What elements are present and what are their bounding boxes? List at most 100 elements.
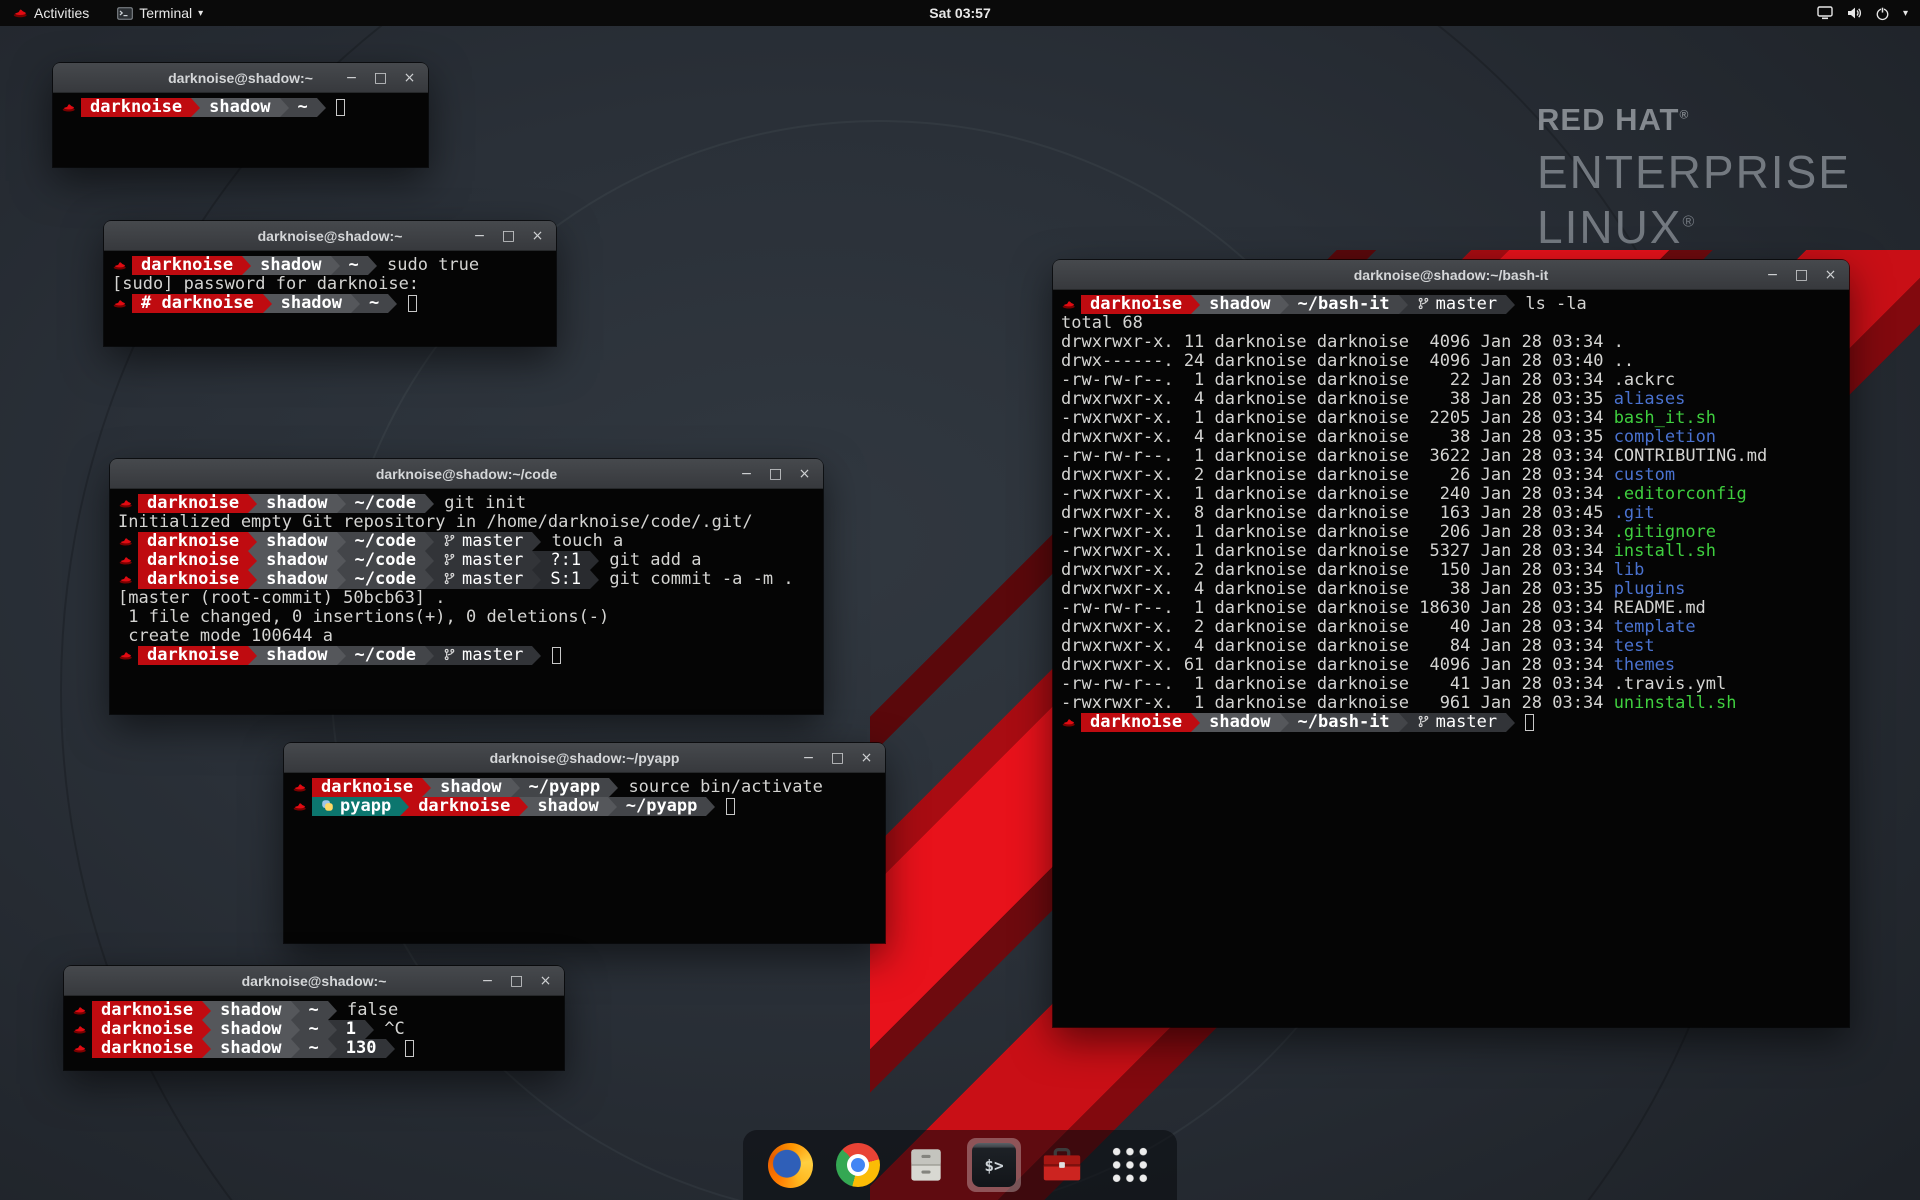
terminal-text: git add a: [599, 550, 701, 570]
prompt-segment: darknoise: [138, 551, 248, 570]
powerline-separator: [337, 494, 346, 513]
prompt-segment: darknoise: [92, 1039, 202, 1058]
terminal-text: 1 file changed, 0 insertions(+), 0 delet…: [118, 607, 609, 627]
terminal-text: drwxrwxr-x. 4 darknoise darknoise 84 Jan…: [1061, 636, 1614, 656]
rhel-branding: RED HAT® ENTERPRISE LINUX®: [1537, 102, 1851, 254]
prompt-segment: ~: [300, 1001, 328, 1020]
branch-icon: [443, 572, 456, 585]
terminal-line: -rwxrwxr-x. 1 darknoise darknoise 5327 J…: [1061, 542, 1841, 561]
window-title: darknoise@shadow:~: [258, 228, 403, 244]
terminal-line: darknoiseshadow~/codemaster touch a: [118, 532, 815, 551]
redhat-icon: [118, 553, 133, 568]
terminal-text: drwxrwxr-x. 11 darknoise darknoise 4096 …: [1061, 332, 1624, 352]
terminal-line: darknoiseshadow~/code git init: [118, 494, 815, 513]
terminal-content[interactable]: darknoiseshadow~ falsedarknoiseshadow~1 …: [64, 996, 564, 1070]
titlebar[interactable]: darknoise@shadow:~/bash-it − □ ×: [1053, 260, 1849, 290]
branch-icon: [443, 534, 456, 547]
redhat-icon: [61, 100, 76, 115]
powerline-separator: [425, 551, 434, 570]
titlebar[interactable]: darknoise@shadow:~ − □ ×: [104, 221, 556, 251]
terminal-text: Initialized empty Git repository in /hom…: [118, 512, 753, 532]
minimize-button[interactable]: −: [733, 462, 760, 486]
terminal-line: darknoiseshadow~/codemasterS:1 git commi…: [118, 570, 815, 589]
terminal-text: drwxrwxr-x. 2 darknoise darknoise 40 Jan…: [1061, 617, 1614, 637]
redhat-icon: [1061, 297, 1076, 312]
maximize-button[interactable]: □: [503, 969, 530, 993]
maximize-button[interactable]: □: [762, 462, 789, 486]
titlebar[interactable]: darknoise@shadow:~/pyapp − □ ×: [284, 743, 885, 773]
terminal-content[interactable]: darknoiseshadow~/pyapp source bin/activa…: [284, 773, 885, 943]
system-status-area[interactable]: ▾: [1817, 6, 1920, 21]
terminal-text: uninstall.sh: [1614, 693, 1737, 713]
minimize-button[interactable]: −: [795, 746, 822, 770]
terminal-text: -rwxrwxr-x. 1 darknoise darknoise 240 Ja…: [1061, 484, 1614, 504]
minimize-button[interactable]: −: [466, 224, 493, 248]
terminal-line: 1 file changed, 0 insertions(+), 0 delet…: [118, 608, 815, 627]
maximize-button[interactable]: □: [495, 224, 522, 248]
powerline-separator: [511, 778, 520, 797]
terminal-text: .editorconfig: [1614, 484, 1747, 504]
dock-item-toolbox[interactable]: [1035, 1138, 1089, 1192]
prompt-segment: ~/code: [346, 551, 425, 570]
branch-icon: [1417, 715, 1430, 728]
maximize-button[interactable]: □: [367, 66, 394, 90]
dock-item-files[interactable]: [899, 1138, 953, 1192]
powerline-separator: [1191, 713, 1200, 732]
terminal-line: drwxrwxr-x. 4 darknoise darknoise 84 Jan…: [1061, 637, 1841, 656]
terminal-content[interactable]: darknoiseshadow~/bash-itmaster ls -latot…: [1053, 290, 1849, 1027]
dock-item-firefox[interactable]: [763, 1138, 817, 1192]
terminal-line: drwxrwxr-x. 4 darknoise darknoise 38 Jan…: [1061, 428, 1841, 447]
clock[interactable]: Sat 03:57: [929, 5, 990, 21]
terminal-text: -rwxrwxr-x. 1 darknoise darknoise 961 Ja…: [1061, 693, 1614, 713]
redhat-icon: [118, 496, 133, 511]
prompt-segment: shadow: [211, 1001, 290, 1020]
prompt-segment: 130: [337, 1039, 386, 1058]
prompt-segment: ~: [289, 98, 317, 117]
minimize-button[interactable]: −: [338, 66, 365, 90]
prompt-segment: darknoise: [132, 256, 242, 275]
titlebar[interactable]: darknoise@shadow:~/code − □ ×: [110, 459, 823, 489]
terminal-content[interactable]: darknoiseshadow~ sudo true[sudo] passwor…: [104, 251, 556, 346]
redhat-icon: [72, 1041, 87, 1056]
prompt-segment: master: [1408, 295, 1506, 314]
powerline-separator: [422, 778, 431, 797]
redhat-icon: [72, 1022, 87, 1037]
close-button[interactable]: ×: [532, 969, 559, 993]
prompt-segment: darknoise: [138, 532, 248, 551]
terminal-cursor: [552, 647, 561, 664]
app-menu-terminal[interactable]: Terminal ▾: [113, 0, 207, 26]
powerline-separator: [532, 570, 541, 589]
terminal-content[interactable]: darknoiseshadow~/code git initInitialize…: [110, 489, 823, 714]
redhat-icon: [112, 296, 127, 311]
app-menu-label: Terminal: [139, 5, 192, 21]
close-button[interactable]: ×: [396, 66, 423, 90]
terminal-text: .git: [1614, 503, 1655, 523]
maximize-button[interactable]: □: [824, 746, 851, 770]
terminal-line: drwxrwxr-x. 2 darknoise darknoise 40 Jan…: [1061, 618, 1841, 637]
terminal-line: drwx------. 24 darknoise darknoise 4096 …: [1061, 352, 1841, 371]
dock-item-show-applications[interactable]: [1103, 1138, 1157, 1192]
maximize-button[interactable]: □: [1788, 263, 1815, 287]
terminal-line: Initialized empty Git repository in /hom…: [118, 513, 815, 532]
prompt-segment: shadow: [1200, 295, 1279, 314]
terminal-app-icon: $>: [972, 1143, 1016, 1187]
minimize-button[interactable]: −: [474, 969, 501, 993]
dock-item-chrome[interactable]: [831, 1138, 885, 1192]
terminal-line: # darknoiseshadow~: [112, 294, 548, 313]
activities-button[interactable]: Activities: [8, 0, 93, 26]
close-button[interactable]: ×: [791, 462, 818, 486]
titlebar[interactable]: darknoise@shadow:~ − □ ×: [53, 63, 428, 93]
dock: $>: [743, 1130, 1177, 1200]
titlebar[interactable]: darknoise@shadow:~ − □ ×: [64, 966, 564, 996]
terminal-window-home-2: darknoise@shadow:~ − □ × darknoise shadow…: [64, 966, 564, 1070]
firefox-icon: [768, 1143, 813, 1188]
terminal-line: -rw-rw-r--. 1 darknoise darknoise 41 Jan…: [1061, 675, 1841, 694]
prompt-segment: ~: [340, 256, 368, 275]
close-button[interactable]: ×: [853, 746, 880, 770]
minimize-button[interactable]: −: [1759, 263, 1786, 287]
dock-item-terminal[interactable]: $>: [967, 1138, 1021, 1192]
close-button[interactable]: ×: [1817, 263, 1844, 287]
terminal-content[interactable]: darknoiseshadow~: [53, 93, 428, 167]
prompt-segment: pyapp: [312, 797, 400, 816]
close-button[interactable]: ×: [524, 224, 551, 248]
